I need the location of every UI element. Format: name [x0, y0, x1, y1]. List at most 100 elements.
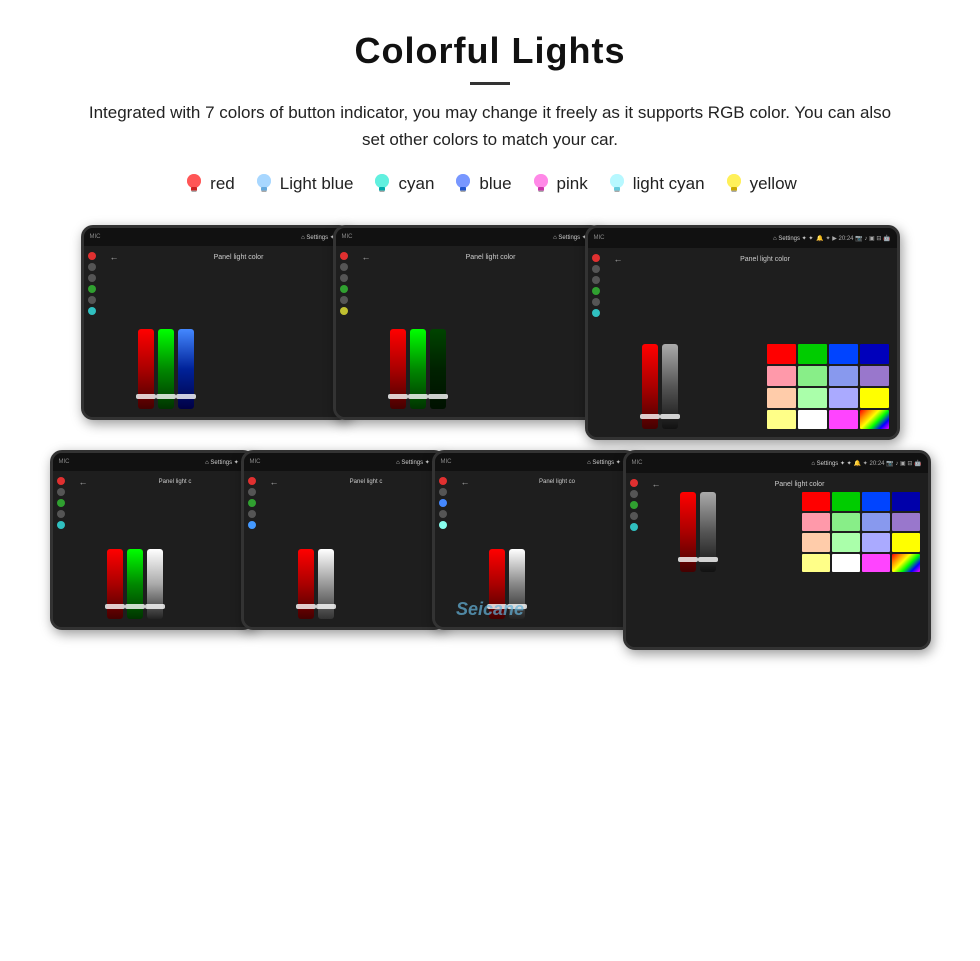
p2-cell-12[interactable] — [892, 533, 920, 552]
sidebar-dot-green — [88, 285, 96, 293]
left-sidebar-2-4 — [630, 477, 648, 643]
color-palette-2-4 — [802, 492, 920, 572]
palette-cell-11[interactable] — [829, 388, 858, 408]
p2-cell-8[interactable] — [892, 513, 920, 532]
slider-handle-mid-1-3 — [660, 414, 680, 419]
panel-content-1-1: Panel light color — [134, 250, 344, 413]
car-screen-2-1: MIC ⌂ Settings ✦ ✦ ← Panel l — [50, 450, 255, 630]
sidebar-dot-1 — [88, 263, 96, 271]
color-item-blue: blue — [452, 171, 511, 197]
p2-cell-2[interactable] — [832, 492, 860, 511]
blue-slider-1-1 — [178, 329, 194, 409]
palette-cell-8[interactable] — [860, 366, 889, 386]
sidebar-dot-green-3 — [592, 287, 600, 295]
sidebar-dot-2 — [88, 274, 96, 282]
panel-content-1-3: Panel light color — [638, 252, 893, 433]
p2-cell-15[interactable] — [862, 554, 890, 573]
sidebar-dot-4 — [340, 263, 348, 271]
palette-cell-10[interactable] — [798, 388, 827, 408]
title-divider — [470, 82, 510, 85]
color-item-pink: pink — [530, 171, 588, 197]
left-sidebar-2-2 — [248, 475, 266, 623]
sliders-2-1 — [107, 488, 244, 619]
palette-cell-1[interactable] — [767, 344, 796, 364]
palette-cell-5[interactable] — [767, 366, 796, 386]
p2-cell-13[interactable] — [802, 554, 830, 573]
panel-label-1-1: Panel light color — [138, 254, 340, 261]
back-area-2-1: ← — [79, 475, 99, 623]
slider-handle-blue-1-2 — [428, 394, 448, 399]
color-item-lightcyan: light cyan — [606, 171, 705, 197]
sidebar-dot-6 — [340, 296, 348, 304]
color-item-lightblue: Light blue — [253, 171, 354, 197]
back-area-2-4: ← — [652, 477, 672, 643]
palette-cell-4[interactable] — [860, 344, 889, 364]
color-palette-1-3 — [767, 344, 889, 429]
sidebar-dot-green-2 — [340, 285, 348, 293]
color-label-yellow: yellow — [750, 174, 797, 194]
red-slider-1-3 — [642, 344, 658, 429]
p2-cell-3[interactable] — [862, 492, 890, 511]
palette-cell-7[interactable] — [829, 366, 858, 386]
slider-handle-red-1-3 — [640, 414, 660, 419]
blue-slider-1-2 — [430, 329, 446, 409]
car-screen-1-3: MIC ⌂ Settings ✦ ✦ 🔔 ✦ ▶ 20:24 📷 ♪ ▣ ⊟ 🤖 — [585, 225, 900, 440]
back-area-1-1: ← — [110, 250, 130, 413]
car-screen-1-1: MIC ⌂ Settings ✦ ✦ ← — [81, 225, 351, 420]
green-slider-1-1 — [158, 329, 174, 409]
p2-cell-9[interactable] — [802, 533, 830, 552]
sidebar-dot-cyan — [88, 307, 96, 315]
red-s-2-4 — [680, 492, 696, 572]
color-label-cyan: cyan — [398, 174, 434, 194]
gray-s-2-4 — [700, 492, 716, 572]
sliders-2-2 — [298, 488, 435, 619]
page-wrapper: Colorful Lights Integrated with 7 colors… — [0, 0, 980, 698]
palette-cell-15[interactable] — [829, 410, 858, 430]
screens-row-2: MIC ⌂ Settings ✦ ✦ ← Panel l — [40, 450, 940, 650]
red-s-2-2 — [298, 549, 314, 619]
sidebar-dot-yellow-2 — [340, 307, 348, 315]
left-sidebar-1-2 — [340, 250, 358, 413]
left-sidebar-1-3 — [592, 252, 610, 433]
bulb-cyan-icon — [371, 171, 393, 197]
p2-cell-16[interactable] — [892, 554, 920, 573]
left-sidebar-2-3 — [439, 475, 457, 623]
p2-cell-14[interactable] — [832, 554, 860, 573]
status-bar-1-3: MIC ⌂ Settings ✦ ✦ 🔔 ✦ ▶ 20:24 📷 ♪ ▣ ⊟ 🤖 — [588, 228, 897, 248]
sliders-2-4 — [680, 492, 798, 572]
palette-cell-2[interactable] — [798, 344, 827, 364]
p2-cell-6[interactable] — [832, 513, 860, 532]
palette-cell-13[interactable] — [767, 410, 796, 430]
palette-cell-16[interactable] — [860, 410, 889, 430]
sidebar-dot-9 — [592, 298, 600, 306]
p2-cell-5[interactable] — [802, 513, 830, 532]
palette-cell-12[interactable] — [860, 388, 889, 408]
status-bar-2-2: MIC ⌂ Settings ✦ ✦ — [244, 453, 443, 471]
p2-cell-1[interactable] — [802, 492, 830, 511]
p2-cell-11[interactable] — [862, 533, 890, 552]
white-s-2-1 — [147, 549, 163, 619]
sidebar-dot-cyan-3 — [592, 309, 600, 317]
palette-cell-3[interactable] — [829, 344, 858, 364]
color-label-lightblue: Light blue — [280, 174, 354, 194]
bulb-yellow-icon — [723, 171, 745, 197]
back-area-2-2: ← — [270, 475, 290, 623]
red-slider-1-1 — [138, 329, 154, 409]
p2-cell-10[interactable] — [832, 533, 860, 552]
sidebar-dot-red-2 — [340, 252, 348, 260]
green-s-2-1 — [127, 549, 143, 619]
back-area-2-3: ← — [461, 475, 481, 623]
palette-cell-6[interactable] — [798, 366, 827, 386]
p2-cell-7[interactable] — [862, 513, 890, 532]
slider-handle-red-1-1 — [136, 394, 156, 399]
panel-content-2-1: Panel light c — [103, 475, 248, 623]
slider-handle-green-1-1 — [156, 394, 176, 399]
slider-handle-blue-1-1 — [176, 394, 196, 399]
p2-cell-4[interactable] — [892, 492, 920, 511]
red-s-2-3 — [489, 549, 505, 619]
panel-label-2-4: Panel light color — [680, 481, 920, 488]
palette-cell-9[interactable] — [767, 388, 796, 408]
palette-cell-14[interactable] — [798, 410, 827, 430]
red-slider-1-2 — [390, 329, 406, 409]
car-screen-2-4: MIC ⌂ Settings ✦ ✦ 🔔 ✦ 20:24 📷 ♪ ▣ ⊟ 🤖 — [623, 450, 931, 650]
